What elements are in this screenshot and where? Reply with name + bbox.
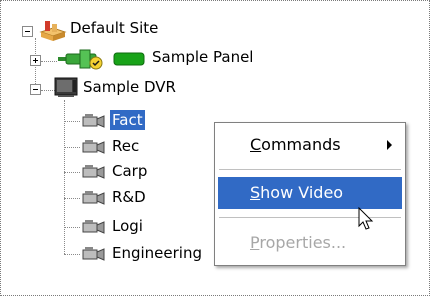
menu-separator (219, 169, 401, 171)
tree-node-label[interactable]: Sample Panel (150, 47, 255, 67)
camera-node-label[interactable]: Fact (109, 109, 146, 131)
camera-icon (82, 189, 106, 211)
collapse-toggle[interactable] (22, 26, 33, 37)
camera-node-label[interactable]: Engineering (110, 243, 204, 263)
tree-node-label[interactable]: Default Site (68, 18, 160, 38)
tree-line (64, 254, 80, 255)
tree-node-label[interactable]: Sample DVR (81, 77, 178, 97)
camera-icon (82, 163, 106, 185)
menu-item-commands[interactable]: Commands (218, 129, 402, 161)
camera-icon (82, 218, 106, 240)
camera-node-label[interactable]: Logi (110, 216, 145, 236)
menu-item-label: Commands (250, 135, 341, 154)
tree-line (64, 198, 80, 199)
tree-line (64, 172, 80, 173)
site-icon (39, 18, 67, 46)
collapse-toggle[interactable] (30, 84, 41, 95)
tree-line (64, 147, 80, 148)
submenu-arrow-icon (387, 140, 392, 150)
menu-item-label: Show Video (250, 183, 344, 202)
context-menu: Commands Show Video Properties... (214, 122, 406, 266)
camera-node-label[interactable]: Carp (110, 161, 149, 181)
tree-line (64, 121, 80, 122)
mouse-pointer-icon (358, 206, 374, 235)
camera-icon (82, 138, 106, 160)
tree-line (64, 100, 65, 254)
camera-node-label[interactable]: Rec (110, 136, 141, 156)
camera-icon (82, 112, 106, 134)
tree-line (64, 227, 80, 228)
menu-item-properties[interactable]: Properties... (218, 227, 402, 259)
expand-toggle[interactable] (30, 55, 41, 66)
camera-icon (82, 245, 106, 267)
menu-item-label: Properties... (250, 233, 347, 252)
tree-line (41, 61, 57, 62)
access-panel-icon (58, 48, 148, 74)
dvr-icon (54, 76, 80, 102)
menu-item-show-video[interactable]: Show Video (218, 177, 402, 209)
camera-node-label[interactable]: R&D (110, 187, 148, 207)
